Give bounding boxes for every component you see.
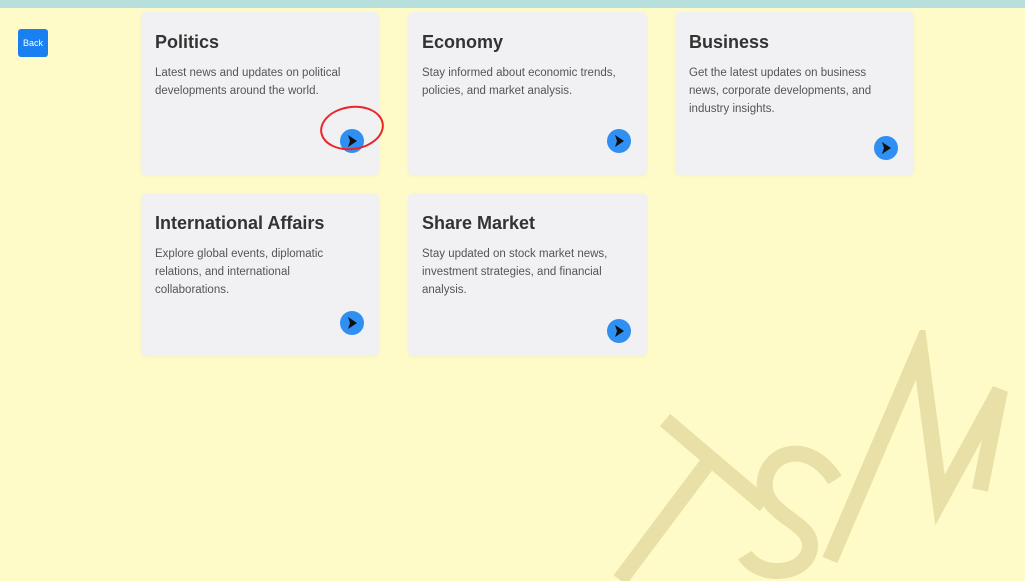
card-title: Business (689, 32, 770, 52)
card-description: Explore global events, diplomatic relati… (155, 248, 324, 296)
card-business: Business Get the latest updates on busin… (675, 12, 914, 175)
top-bar (0, 0, 1025, 8)
arrow-right-icon (348, 317, 357, 329)
watermark-logo (613, 330, 1008, 581)
business-arrow-button[interactable] (874, 136, 898, 160)
card-title: International Affairs (155, 213, 325, 233)
arrow-right-icon (615, 135, 624, 147)
card-description: Get the latest updates on business news,… (689, 67, 872, 115)
card-description: Stay informed about economic trends, pol… (422, 67, 616, 97)
card-international-affairs: International Affairs Explore global eve… (141, 193, 379, 356)
card-description: Stay updated on stock market news, inves… (422, 248, 608, 296)
card-politics: Politics Latest news and updates on poli… (141, 12, 379, 175)
arrow-right-icon (615, 325, 624, 337)
card-title: Economy (422, 32, 504, 52)
economy-arrow-button[interactable] (607, 129, 631, 153)
card-title: Politics (155, 32, 220, 52)
share-market-arrow-button[interactable] (607, 319, 631, 343)
politics-arrow-button[interactable] (340, 129, 364, 153)
card-description: Latest news and updates on political dev… (155, 67, 341, 97)
card-economy: Economy Stay informed about economic tre… (408, 12, 647, 175)
card-title: Share Market (422, 213, 536, 233)
arrow-right-icon (882, 142, 891, 154)
card-share-market: Share Market Stay updated on stock marke… (408, 193, 647, 356)
arrow-right-icon (348, 135, 357, 147)
back-button[interactable]: Back (18, 29, 48, 57)
international-affairs-arrow-button[interactable] (340, 311, 364, 335)
